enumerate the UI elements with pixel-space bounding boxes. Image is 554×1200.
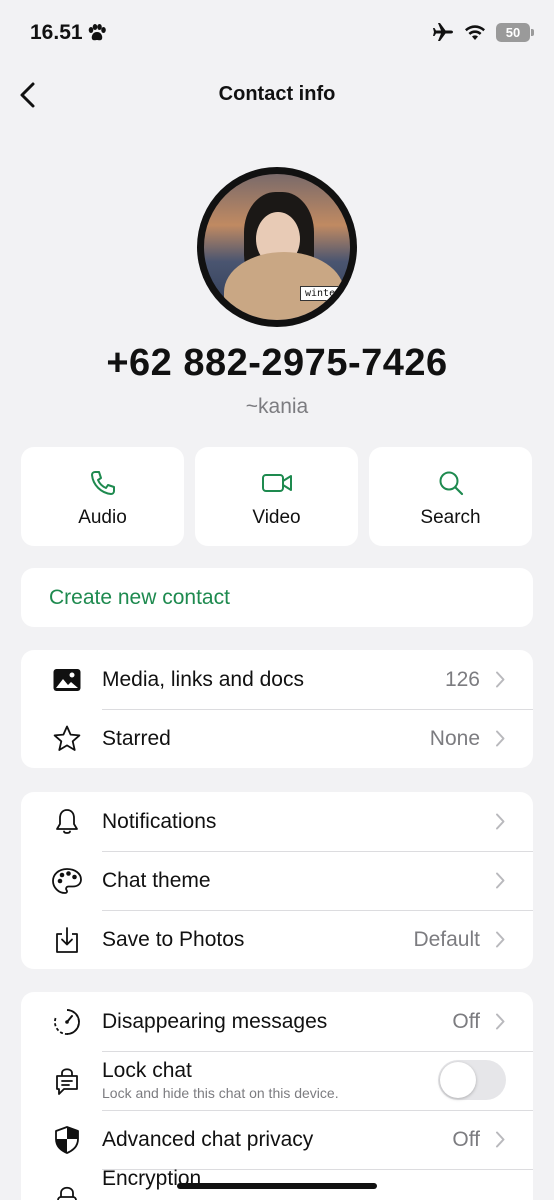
advanced-privacy-label: Advanced chat privacy bbox=[102, 1128, 314, 1151]
avatar-tag: winter bbox=[300, 286, 347, 301]
disappearing-value: Off bbox=[452, 1010, 480, 1033]
paw-icon bbox=[88, 24, 106, 41]
chat-theme-row[interactable]: Chat theme bbox=[21, 851, 533, 910]
contact-phone: +62 882-2975-7426 bbox=[106, 342, 448, 384]
chevron-right-icon bbox=[496, 813, 505, 830]
video-label: Video bbox=[252, 507, 301, 528]
shield-icon bbox=[55, 1126, 79, 1154]
save-to-photos-value: Default bbox=[413, 928, 480, 951]
image-icon bbox=[53, 669, 81, 691]
chevron-right-icon bbox=[496, 1013, 505, 1030]
contact-nickname: ~kania bbox=[245, 395, 309, 418]
audio-label: Audio bbox=[78, 507, 127, 528]
advanced-privacy-value: Off bbox=[452, 1128, 480, 1151]
status-bar: 16.51 50 bbox=[0, 0, 554, 66]
lock-chat-description: Lock and hide this chat on this device. bbox=[102, 1085, 339, 1101]
notifications-label: Notifications bbox=[102, 810, 217, 833]
video-call-button[interactable]: Video bbox=[195, 447, 358, 546]
lock-icon bbox=[57, 1186, 77, 1200]
starred-label: Starred bbox=[102, 727, 171, 750]
chat-theme-label: Chat theme bbox=[102, 869, 211, 892]
phone-icon bbox=[90, 471, 115, 495]
chevron-right-icon bbox=[496, 730, 505, 747]
chevron-right-icon bbox=[496, 931, 505, 948]
starred-value: None bbox=[429, 727, 480, 750]
lock-chat-row: Lock chat Lock and hide this chat on thi… bbox=[21, 1051, 533, 1110]
starred-row[interactable]: Starred None bbox=[21, 709, 533, 768]
timer-icon bbox=[54, 1009, 80, 1035]
privacy-group: Disappearing messages Off Lock chat Lock… bbox=[21, 992, 533, 1200]
search-button[interactable]: Search bbox=[369, 447, 532, 546]
audio-call-button[interactable]: Audio bbox=[21, 447, 184, 546]
media-label: Media, links and docs bbox=[102, 668, 304, 691]
settings-group: Notifications Chat theme Save to Photos … bbox=[21, 792, 533, 969]
search-label: Search bbox=[420, 507, 481, 528]
save-to-photos-label: Save to Photos bbox=[102, 928, 245, 951]
disappearing-messages-row[interactable]: Disappearing messages Off bbox=[21, 992, 533, 1051]
create-contact-label: Create new contact bbox=[49, 586, 230, 609]
battery-indicator: 50 bbox=[496, 22, 534, 42]
home-indicator[interactable] bbox=[177, 1183, 377, 1189]
notifications-row[interactable]: Notifications bbox=[21, 792, 533, 851]
disappearing-label: Disappearing messages bbox=[102, 1010, 328, 1033]
star-icon bbox=[53, 725, 81, 751]
lock-chat-toggle[interactable] bbox=[438, 1060, 506, 1100]
media-links-docs-row[interactable]: Media, links and docs 126 bbox=[21, 650, 533, 709]
search-icon bbox=[439, 471, 463, 496]
status-time: 16.51 bbox=[30, 21, 83, 44]
airplane-icon bbox=[433, 23, 453, 41]
contact-avatar[interactable]: winter bbox=[197, 167, 357, 327]
chevron-right-icon bbox=[496, 872, 505, 889]
lock-chat-label: Lock chat bbox=[102, 1059, 192, 1082]
lock-chat-icon bbox=[56, 1068, 78, 1095]
save-to-photos-row[interactable]: Save to Photos Default bbox=[21, 910, 533, 969]
media-group: Media, links and docs 126 Starred None bbox=[21, 650, 533, 768]
bell-icon bbox=[56, 809, 78, 834]
chevron-right-icon bbox=[496, 671, 505, 688]
video-icon bbox=[261, 474, 292, 492]
page-title: Contact info bbox=[218, 83, 336, 105]
palette-icon bbox=[52, 868, 82, 894]
media-count: 126 bbox=[444, 668, 480, 691]
create-contact-button[interactable]: Create new contact bbox=[21, 568, 533, 627]
wifi-icon bbox=[465, 24, 485, 40]
advanced-chat-privacy-row[interactable]: Advanced chat privacy Off bbox=[21, 1110, 533, 1169]
download-icon bbox=[56, 927, 78, 953]
chevron-right-icon bbox=[496, 1131, 505, 1148]
